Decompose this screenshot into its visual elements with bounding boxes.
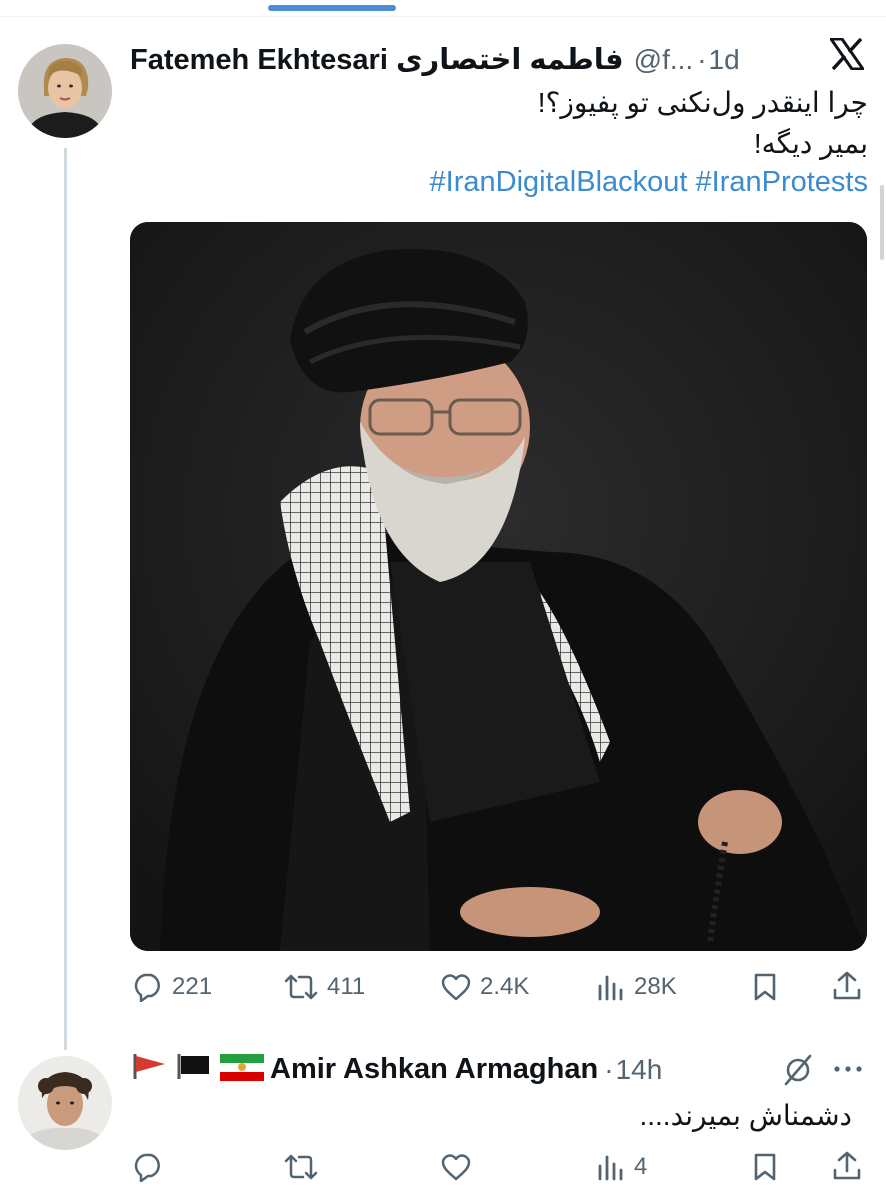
bar-chart-icon	[598, 975, 623, 1001]
reply-reply-button[interactable]	[132, 1152, 164, 1182]
more-dots-icon	[834, 1066, 862, 1072]
reply-bookmark-button[interactable]	[752, 1152, 778, 1182]
red-flag-icon	[133, 1054, 165, 1079]
like-button[interactable]: 2.4K	[440, 972, 529, 1002]
author-handle[interactable]: @f...	[634, 44, 694, 76]
tweet-photo[interactable]	[130, 222, 867, 951]
speech-bubble-icon	[134, 973, 160, 1002]
share-button[interactable]	[832, 970, 862, 1002]
tweet-text-line-2: بمیر دیگه!	[753, 128, 868, 159]
reply-author-avatar[interactable]	[18, 1056, 112, 1150]
reply-like-button[interactable]	[440, 1152, 472, 1182]
reply-header: Amir Ashkan Armaghan · 14h	[270, 1053, 662, 1086]
heart-icon	[441, 1154, 471, 1181]
reply-separator-dot: ·	[604, 1053, 614, 1085]
grok-slash-icon	[784, 1054, 812, 1086]
x-logo-icon	[828, 37, 866, 75]
tweet-text-line-1: چرا اینقدر ول‌نکنی تو پفیوز؟!	[537, 87, 868, 118]
like-count: 2.4K	[480, 973, 530, 1000]
views-count: 28K	[634, 973, 677, 1000]
thread-connector-line	[64, 148, 67, 1050]
reply-share-button[interactable]	[832, 1150, 862, 1182]
heart-icon	[441, 974, 471, 1001]
tweet-header: Fatemeh Ekhtesari فاطمه اختصاری @f... · …	[130, 42, 740, 77]
tweet-hashtags[interactable]: #IranDigitalBlackout #IranProtests	[430, 166, 868, 199]
share-upload-icon	[833, 971, 861, 1000]
author-avatar[interactable]	[18, 44, 112, 138]
repost-arrows-icon	[284, 974, 318, 1000]
separator-dot: ·	[697, 43, 707, 75]
bar-chart-icon	[598, 1155, 623, 1181]
reply-count: 221	[172, 973, 213, 1000]
reply-views-count: 4	[634, 1153, 648, 1180]
repost-button[interactable]: 411	[283, 972, 365, 1002]
repost-count: 411	[327, 973, 366, 1000]
more-button[interactable]	[832, 1064, 864, 1074]
black-flag-icon	[177, 1054, 209, 1079]
bookmark-icon	[754, 973, 776, 1001]
reply-views-button[interactable]: 4	[596, 1152, 647, 1182]
bookmark-icon	[754, 1153, 776, 1181]
reply-text: دشمناش بمیرند....	[639, 1100, 852, 1131]
reply-author-name[interactable]: Amir Ashkan Armaghan	[270, 1053, 598, 1086]
reply-button[interactable]: 221	[132, 972, 212, 1002]
tweet-time[interactable]: 1d	[709, 44, 740, 76]
reply-flags	[132, 1052, 264, 1082]
grok-button[interactable]	[782, 1054, 814, 1086]
iran-lion-sun-flag-icon	[220, 1054, 264, 1081]
top-handle[interactable]	[268, 5, 396, 11]
reply-repost-button[interactable]	[283, 1152, 319, 1182]
speech-bubble-icon	[134, 1153, 160, 1182]
bookmark-button[interactable]	[752, 972, 778, 1002]
scrollbar[interactable]	[880, 185, 884, 260]
top-divider	[0, 16, 886, 17]
views-button[interactable]: 28K	[596, 972, 677, 1002]
repost-arrows-icon	[284, 1154, 318, 1180]
author-name[interactable]: Fatemeh Ekhtesari فاطمه اختصاری	[130, 42, 624, 77]
share-upload-icon	[833, 1151, 861, 1180]
reply-time[interactable]: 14h	[616, 1054, 663, 1086]
